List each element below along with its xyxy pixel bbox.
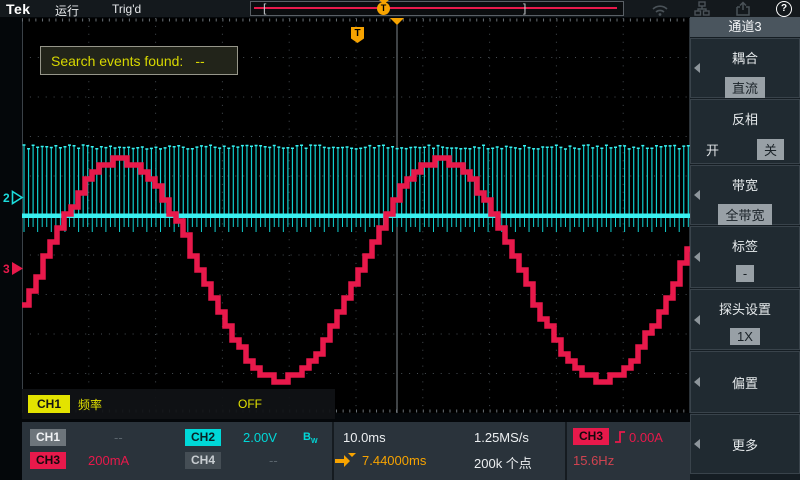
search-events-banner: Search events found: --	[40, 46, 238, 75]
invert-off-button[interactable]: 关	[757, 139, 784, 160]
sidebar-title: 通道3	[690, 17, 800, 37]
tek-logo: Tek	[6, 1, 31, 17]
waveform-svg	[22, 18, 690, 413]
status-divider	[332, 422, 334, 480]
channel2-ground-marker[interactable]: 2	[3, 190, 24, 205]
menu-section-label[interactable]: 标签 -	[690, 226, 800, 288]
status-bar: CH1 -- CH2 2.00V BW CH3 200mA CH4 -- 10.…	[22, 422, 690, 480]
ch3-scale-value: 200mA	[88, 453, 129, 468]
export-icon[interactable]	[735, 1, 751, 16]
search-events-label: Search events found:	[51, 53, 183, 69]
wifi-icon[interactable]	[651, 2, 669, 16]
ch2-badge[interactable]: CH2	[185, 429, 221, 446]
channel3-ground-marker[interactable]: 3	[3, 261, 24, 276]
record-view-bar[interactable]: [ ] T	[250, 1, 624, 16]
coupling-label: 耦合	[691, 48, 799, 67]
status-divider	[565, 422, 567, 480]
chevron-left-icon	[694, 315, 700, 325]
delay-time[interactable]: 7.44000ms	[362, 453, 426, 468]
menu-section-probe-setup[interactable]: 探头设置 1X	[690, 289, 800, 350]
measurement-channel-badge[interactable]: CH1	[28, 395, 70, 413]
trigger-frequency: 15.6Hz	[573, 453, 614, 468]
ch4-scale-value: --	[269, 453, 278, 468]
network-icon[interactable]	[694, 1, 710, 16]
trigger-level: 0.00A	[629, 430, 663, 445]
menu-section-coupling[interactable]: 耦合 直流	[690, 38, 800, 98]
acquisition-status: 运行	[55, 2, 79, 19]
horizontal-scale[interactable]: 10.0ms	[343, 430, 386, 445]
label-label: 标签	[691, 236, 799, 255]
record-view-left-bracket: [	[263, 1, 266, 15]
help-icon[interactable]: ?	[776, 1, 792, 17]
top-bar: Tek 运行 Trig'd [ ] T	[0, 0, 800, 17]
ch1-scale-value: --	[114, 430, 123, 445]
probe-setup-label: 探头设置	[691, 299, 799, 318]
menu-section-more[interactable]: 更多	[690, 414, 800, 474]
sample-rate: 1.25MS/s	[474, 430, 529, 445]
chevron-left-icon	[694, 439, 700, 449]
more-label: 更多	[732, 435, 758, 454]
trigger-slope-icon	[614, 429, 626, 445]
ch2-bandwidth-limit-icon: BW	[303, 431, 318, 445]
bandwidth-label: 带宽	[691, 175, 799, 194]
probe-1x-button[interactable]: 1X	[730, 328, 760, 345]
record-view-waveform-line	[254, 7, 617, 9]
trigger-source-badge[interactable]: CH3	[573, 428, 609, 445]
channel2-marker-icon	[11, 190, 24, 205]
search-events-count: --	[195, 53, 204, 69]
chevron-left-icon	[694, 63, 700, 73]
oscilloscope-screen: Tek 运行 Trig'd [ ] T	[0, 0, 800, 480]
channel3-marker-icon	[11, 261, 24, 276]
expansion-point-icon[interactable]	[390, 18, 404, 25]
ch3-badge[interactable]: CH3	[30, 452, 66, 469]
menu-section-bandwidth[interactable]: 带宽 全带宽	[690, 165, 800, 225]
waveform-display[interactable]	[22, 18, 690, 413]
delay-arrow-icon	[335, 453, 356, 467]
chevron-left-icon	[694, 377, 700, 387]
offset-label: 偏置	[732, 373, 758, 392]
ch4-badge[interactable]: CH4	[185, 452, 221, 469]
record-length: 200k 个点	[474, 453, 532, 472]
record-view-right-bracket: ]	[523, 1, 526, 15]
bandwidth-full-button[interactable]: 全带宽	[718, 204, 771, 225]
coupling-dc-button[interactable]: 直流	[725, 77, 765, 98]
label-value-button[interactable]: -	[736, 265, 754, 282]
ch2-scale-value: 2.00V	[243, 430, 277, 445]
trigger-status: Trig'd	[112, 2, 141, 16]
invert-on-option[interactable]: 开	[706, 140, 719, 159]
ch1-badge[interactable]: CH1	[30, 429, 66, 446]
record-view-expansion-icon	[379, 0, 389, 4]
menu-section-invert[interactable]: 反相 开 关	[690, 99, 800, 164]
measurement-name: 频率	[78, 396, 102, 413]
measurement-bar: CH1 频率 OFF	[22, 389, 335, 419]
chevron-left-icon	[694, 190, 700, 200]
chevron-left-icon	[694, 252, 700, 262]
menu-section-offset[interactable]: 偏置	[690, 351, 800, 413]
measurement-value: OFF	[238, 397, 262, 411]
channel-menu-sidebar: 通道3 耦合 直流 反相 开 关 带宽 全带宽 标签 - 探头设置 1X	[690, 17, 800, 480]
invert-label: 反相	[691, 109, 799, 128]
